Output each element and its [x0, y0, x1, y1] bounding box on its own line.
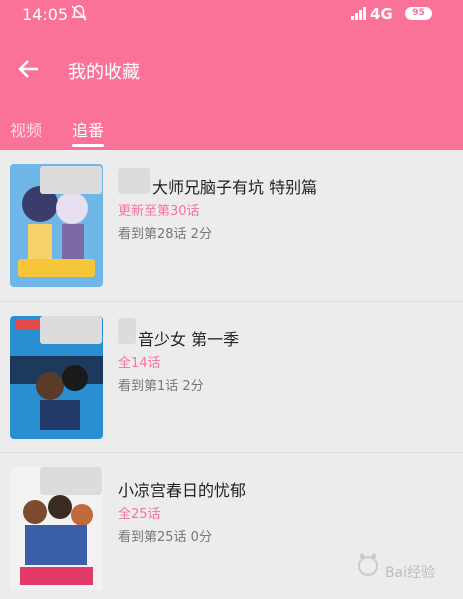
favorites-list: 大师兄脑子有坑 特别篇 更新至第30话 看到第28话 2分 音少女 第一季 全1…	[0, 150, 463, 599]
blurred-region	[40, 166, 102, 194]
update-status: 更新至第30话	[118, 204, 200, 219]
list-item[interactable]: 音少女 第一季 全14话 看到第1话 2分	[0, 301, 463, 451]
anime-title: 大师兄脑子有坑 特别篇	[152, 178, 318, 197]
app-bar: 14:05 4G 95 我的收藏 视频 追番	[0, 0, 463, 150]
battery-icon: 95	[405, 7, 432, 20]
active-tab-indicator	[72, 144, 104, 147]
update-status: 全25话	[118, 507, 161, 522]
back-arrow-icon[interactable]	[18, 58, 40, 80]
watch-progress: 看到第25话 0分	[118, 530, 212, 545]
signal-icon	[351, 7, 366, 20]
watch-progress: 看到第1话 2分	[118, 379, 204, 394]
tab-videos[interactable]: 视频	[10, 117, 42, 141]
status-time: 14:05	[22, 5, 69, 24]
watch-progress: 看到第28话 2分	[118, 227, 212, 242]
list-item[interactable]: 大师兄脑子有坑 特别篇 更新至第30话 看到第28话 2分	[0, 150, 463, 300]
blurred-region	[118, 168, 150, 194]
anime-title: 小凉宫春日的忧郁	[118, 481, 247, 500]
status-bar: 14:05 4G 95	[0, 0, 463, 30]
blurred-region	[40, 467, 102, 495]
network-type: 4G	[370, 5, 393, 23]
watermark-text: Bai经验	[385, 565, 436, 581]
update-status: 全14话	[118, 356, 161, 371]
anime-title: 音少女 第一季	[138, 330, 240, 349]
mute-bell-icon	[71, 5, 87, 21]
tab-following-anime[interactable]: 追番	[72, 117, 104, 141]
blurred-region	[118, 318, 136, 344]
blurred-region	[40, 316, 102, 344]
page-title: 我的收藏	[68, 62, 140, 83]
